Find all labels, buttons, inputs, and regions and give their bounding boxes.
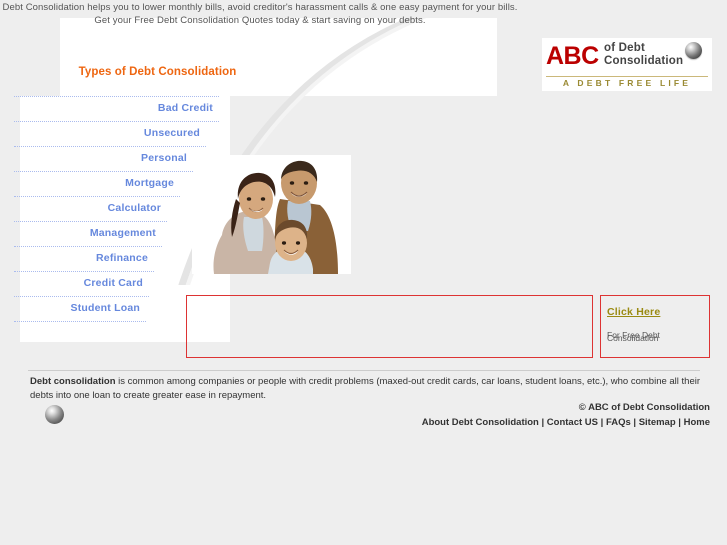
sidebar-link-student-loan[interactable]: Student Loan xyxy=(14,297,146,319)
sidebar-item-personal[interactable]: Personal xyxy=(14,147,193,172)
sidebar-item-mortgage[interactable]: Mortgage xyxy=(14,172,180,197)
logo-main-row: ABC of Debt Consolidation xyxy=(542,38,712,79)
promo-subtext-line-2: Consolidation xyxy=(607,333,659,343)
sidebar-link-personal[interactable]: Personal xyxy=(14,147,193,169)
sidebar-link-calculator[interactable]: Calculator xyxy=(14,197,167,219)
footer-link-sitemap[interactable]: Sitemap xyxy=(639,417,676,428)
tagline-line-1: Debt Consolidation helps you to lower mo… xyxy=(2,2,518,13)
logo-word-line-1: of Debt xyxy=(604,42,646,54)
lead-form-container[interactable] xyxy=(186,295,593,358)
footer-description-rest: is common among companies or people with… xyxy=(30,376,701,401)
promo-box[interactable]: Click Here For Free Debt Consolidation xyxy=(600,295,710,358)
footer-link-home[interactable]: Home xyxy=(684,417,710,428)
sidebar-link-credit-card[interactable]: Credit Card xyxy=(14,272,149,294)
footer-sep-4: | xyxy=(675,417,684,428)
sidebar-link-bad-credit[interactable]: Bad Credit xyxy=(14,97,219,119)
logo-tagline: A DEBT FREE LIFE xyxy=(562,78,692,88)
tagline-line-2: Get your Free Debt Consolidation Quotes … xyxy=(94,15,426,26)
sidebar-item-management[interactable]: Management xyxy=(14,222,162,247)
sidebar-link-management[interactable]: Management xyxy=(14,222,162,244)
logo-abc-text: ABC xyxy=(546,42,599,70)
sidebar-link-unsecured[interactable]: Unsecured xyxy=(14,122,206,144)
top-tagline: Debt Consolidation helps you to lower mo… xyxy=(0,0,520,27)
sidebar-item-refinance[interactable]: Refinance xyxy=(14,247,154,272)
sidebar-nav: Bad Credit Unsecured Personal Mortgage C… xyxy=(14,96,219,322)
footer-link-about[interactable]: About Debt Consolidation xyxy=(422,417,539,428)
sphere-orb-icon-footer xyxy=(45,405,64,424)
header-panel xyxy=(60,18,497,96)
page-root: Debt Consolidation helps you to lower mo… xyxy=(0,0,727,545)
page-title: Types of Debt Consolidation xyxy=(78,66,237,78)
sidebar-link-refinance[interactable]: Refinance xyxy=(14,247,154,269)
footer-links: About Debt Consolidation | Contact US | … xyxy=(422,416,710,430)
click-here-link[interactable]: Click Here xyxy=(607,306,660,318)
logo-divider xyxy=(546,76,708,77)
footer-description: Debt consolidation is common among compa… xyxy=(30,375,712,403)
logo-word-line-2: Consolidation xyxy=(604,55,684,67)
footer-sep-3: | xyxy=(630,417,639,428)
footer-link-faqs[interactable]: FAQs xyxy=(606,417,631,428)
footer-link-contact[interactable]: Contact US xyxy=(547,417,598,428)
sidebar-item-calculator[interactable]: Calculator xyxy=(14,197,167,222)
footer-right-block: © ABC of Debt Consolidation About Debt C… xyxy=(422,401,710,430)
footer-description-bold: Debt consolidation xyxy=(30,376,116,387)
sidebar-item-bad-credit[interactable]: Bad Credit xyxy=(14,96,219,122)
sphere-orb-icon xyxy=(685,42,702,59)
sidebar-item-student-loan[interactable]: Student Loan xyxy=(14,297,146,322)
site-logo[interactable]: ABC of Debt Consolidation A DEBT FREE LI… xyxy=(542,38,712,91)
sidebar-item-unsecured[interactable]: Unsecured xyxy=(14,122,206,147)
sidebar-item-credit-card[interactable]: Credit Card xyxy=(14,272,149,297)
logo-wordmark: of Debt Consolidation xyxy=(604,42,683,68)
sidebar-link-mortgage[interactable]: Mortgage xyxy=(14,172,180,194)
footer-sep-1: | xyxy=(538,417,547,428)
footer-sep-2: | xyxy=(598,417,606,428)
promo-subtext: For Free Debt Consolidation xyxy=(607,330,709,348)
footer-divider xyxy=(28,370,700,371)
copyright-text: © ABC of Debt Consolidation xyxy=(578,402,710,413)
